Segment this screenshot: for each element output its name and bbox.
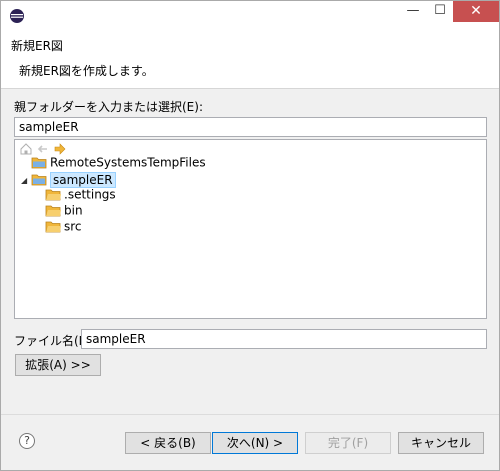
new-er-diagram-dialog: — ☐ ✕ 新規ER図 新規ER図を作成します。 親フォルダーを入力または選択(… xyxy=(0,0,500,471)
next-button[interactable]: 次へ(N) > xyxy=(212,432,298,454)
parent-folder-input[interactable] xyxy=(14,117,487,137)
folder-icon xyxy=(45,221,61,233)
parent-folder-label: 親フォルダーを入力または選択(E): xyxy=(14,100,203,114)
tree-item-bin[interactable]: bin xyxy=(45,202,83,218)
back-button[interactable]: < 戻る(B) xyxy=(125,432,211,454)
tree-item-label: .settings xyxy=(64,187,116,202)
tree-item-sampleer[interactable]: sampleER xyxy=(31,171,116,188)
header-banner: 新規ER図 新規ER図を作成します。 xyxy=(1,31,499,89)
tree-item-src[interactable]: src xyxy=(45,218,82,234)
minimize-button[interactable]: — xyxy=(400,1,426,22)
open-project-folder-icon xyxy=(31,174,47,186)
file-name-input[interactable] xyxy=(81,329,487,349)
tree-item-label: RemoteSystemsTempFiles xyxy=(50,155,206,170)
project-folder-icon xyxy=(31,157,47,169)
wizard-title: 新規ER図 xyxy=(11,39,63,53)
help-icon[interactable]: ? xyxy=(19,433,35,449)
folder-icon xyxy=(45,189,61,201)
tree-item-settings[interactable]: .settings xyxy=(45,186,116,202)
advanced-button[interactable]: 拡張(A) >> xyxy=(15,354,101,376)
tree-item-label: src xyxy=(64,219,82,234)
cancel-button[interactable]: キャンセル xyxy=(398,432,484,454)
expanded-chevron-icon[interactable]: ◢ xyxy=(21,176,27,185)
close-button[interactable]: ✕ xyxy=(453,1,499,22)
wizard-description: 新規ER図を作成します。 xyxy=(19,64,154,78)
tree-item-remotesystemstempfiles[interactable]: RemoteSystemsTempFiles xyxy=(31,154,206,170)
tree-item-label: bin xyxy=(64,203,83,218)
footer-divider xyxy=(1,414,499,415)
maximize-button[interactable]: ☐ xyxy=(427,1,453,22)
folder-icon xyxy=(45,205,61,217)
finish-button[interactable]: 完了(F) xyxy=(305,432,391,454)
folder-tree[interactable]: RemoteSystemsTempFiles ◢ sampleER .setti… xyxy=(14,139,487,319)
eclipse-app-icon xyxy=(9,8,25,24)
title-bar: — ☐ ✕ xyxy=(1,1,499,31)
